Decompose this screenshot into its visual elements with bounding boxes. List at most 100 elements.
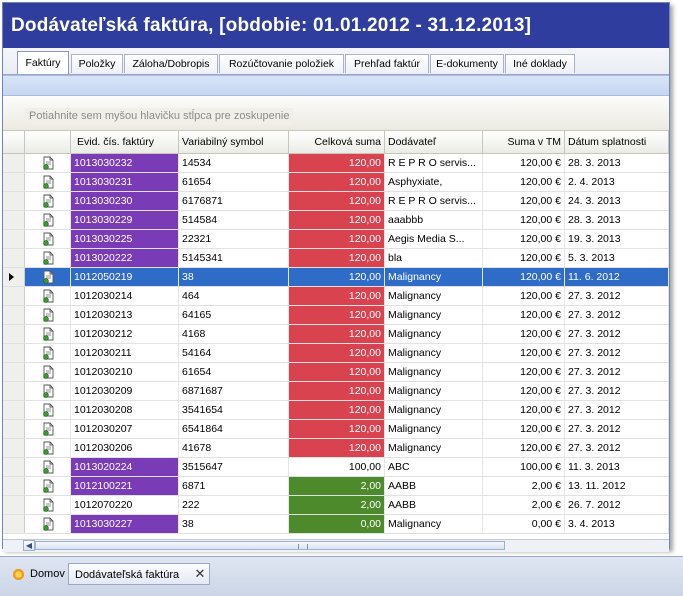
tab-rozuctovanie-poloziek[interactable]: Rozúčtovanie položiek (219, 54, 344, 73)
total-amount: 2,00 (289, 496, 385, 514)
invoice-doc-icon (43, 479, 54, 493)
table-row[interactable]: 1012070220 222 2,00 AABB 2,00 €26. 7. 2012 (3, 496, 669, 515)
total-amount: 120,00 (289, 325, 385, 343)
variable-symbol: 61654 (179, 173, 289, 191)
due-date: 28. 3. 2013 (565, 154, 669, 172)
scroll-thumb[interactable] (35, 541, 505, 550)
variable-symbol: 464 (179, 287, 289, 305)
header-dodavatel[interactable]: Dodávateľ (385, 131, 483, 153)
invoice-doc-icon (43, 403, 54, 417)
tab-faktury[interactable]: Faktúry (17, 51, 69, 74)
row-icon-cell (25, 325, 71, 343)
row-icon-cell (25, 249, 71, 267)
total-amount: 120,00 (289, 363, 385, 381)
amount-in-tm: 120,00 € (483, 211, 565, 229)
due-date: 27. 3. 2012 (565, 439, 669, 457)
table-row[interactable]: 1012030207 6541864 120,00 Malignancy 120,00 … (3, 420, 669, 439)
tab-ine-doklady[interactable]: Iné doklady (505, 54, 575, 73)
row-indicator (3, 344, 25, 362)
table-row[interactable]: 1012030212 4168 120,00 Malignancy 120,00 €27… (3, 325, 669, 344)
window-title: Dodávateľská faktúra, [obdobie: 01.01.20… (3, 3, 669, 48)
horizontal-scrollbar[interactable]: ◀ (3, 539, 669, 552)
amount-in-tm: 120,00 € (483, 287, 565, 305)
supplier: R E P R O servis... (385, 192, 483, 210)
total-amount: 120,00 (289, 382, 385, 400)
table-row[interactable]: 1012030213 64165 120,00 Malignancy 120,00 €2… (3, 306, 669, 325)
table-row[interactable]: 1013030232 14534 120,00 R E P R O servis...… (3, 154, 669, 173)
table-row[interactable]: 1013020224 3515647 100,00 ABC 100,00 €11. 3.… (3, 458, 669, 477)
invoice-doc-icon (43, 365, 54, 379)
tab-zaloha-dobropis[interactable]: Záloha/Dobropis (124, 54, 218, 73)
invoice-number: 1012030214 (71, 287, 179, 305)
row-icon-cell (25, 477, 71, 495)
total-amount: 120,00 (289, 439, 385, 457)
row-icon-cell (25, 268, 71, 286)
variable-symbol: 41678 (179, 439, 289, 457)
total-amount: 120,00 (289, 268, 385, 286)
header-evid-cislo[interactable]: Evid. čís. faktúry (71, 131, 179, 153)
table-row[interactable]: 1012050219 38 120,00 Malignancy 120,00 €11. … (3, 268, 669, 287)
variable-symbol: 514584 (179, 211, 289, 229)
table-row[interactable]: 1012030214 464 120,00 Malignancy 120,00 €27.… (3, 287, 669, 306)
table-row[interactable]: 1012030210 61654 120,00 Malignancy 120,00 €2… (3, 363, 669, 382)
invoice-number: 1012030211 (71, 344, 179, 362)
invoice-doc-icon (43, 194, 54, 208)
table-row[interactable]: 1012030211 54164 120,00 Malignancy 120,00 €2… (3, 344, 669, 363)
amount-in-tm: 120,00 € (483, 439, 565, 457)
invoice-number: 1012030209 (71, 382, 179, 400)
row-indicator (3, 401, 25, 419)
tab-prehlad-faktur[interactable]: Prehľad faktúr (345, 54, 429, 73)
supplier: Malignancy (385, 439, 483, 457)
home-tab[interactable]: Domov (10, 563, 71, 585)
invoice-doc-icon (43, 517, 54, 531)
invoice-number: 1013020222 (71, 249, 179, 267)
row-indicator (3, 230, 25, 248)
header-variabilny-symbol[interactable]: Variabilný symbol (179, 131, 289, 153)
group-by-panel[interactable]: Potiahnite sem myšou hlavičku stĺpca pre… (3, 97, 669, 131)
variable-symbol: 6176871 (179, 192, 289, 210)
supplier: Malignancy (385, 344, 483, 362)
amount-in-tm: 0,00 € (483, 515, 565, 533)
total-amount: 120,00 (289, 306, 385, 324)
supplier: Asphyxiate, (385, 173, 483, 191)
due-date: 27. 3. 2012 (565, 306, 669, 324)
table-row[interactable]: 1012100221 6871 2,00 AABB 2,00 €13. 11. 2012 (3, 477, 669, 496)
table-row[interactable]: 1012030208 3541654 120,00 Malignancy 120,00 … (3, 401, 669, 420)
row-indicator (3, 477, 25, 495)
table-row[interactable]: 1012030206 41678 120,00 Malignancy 120,00 €2… (3, 439, 669, 458)
table-row[interactable]: 1013030227 38 0,00 Malignancy 0,00 €3. 4. 20… (3, 515, 669, 534)
amount-in-tm: 120,00 € (483, 173, 565, 191)
table-row[interactable]: 1013030230 6176871 120,00 R E P R O servis.… (3, 192, 669, 211)
document-tab[interactable]: Dodávateľská faktúra ✕ (68, 563, 210, 585)
row-icon-cell (25, 496, 71, 514)
row-indicator (3, 458, 25, 476)
close-icon[interactable]: ✕ (193, 564, 207, 584)
table-row[interactable]: 1013030231 61654 120,00 Asphyxiate, 120,00 €… (3, 173, 669, 192)
table-row[interactable]: 1013030229 514584 120,00 aaabbb 120,00 €28. … (3, 211, 669, 230)
amount-in-tm: 120,00 € (483, 344, 565, 362)
supplier: Malignancy (385, 287, 483, 305)
invoice-grid: Evid. čís. faktúry Variabilný symbol Cel… (3, 131, 669, 539)
total-amount: 120,00 (289, 287, 385, 305)
due-date: 3. 4. 2013 (565, 515, 669, 533)
header-celkova-suma[interactable]: Celková suma (289, 131, 385, 153)
amount-in-tm: 120,00 € (483, 420, 565, 438)
table-row[interactable]: 1013020222 5145341 120,00 bla 120,00 €5. 3. … (3, 249, 669, 268)
due-date: 2. 4. 2013 (565, 173, 669, 191)
invoice-doc-icon (43, 213, 54, 227)
total-amount: 120,00 (289, 211, 385, 229)
row-icon-cell (25, 154, 71, 172)
total-amount: 120,00 (289, 344, 385, 362)
header-suma-v-tm[interactable]: Suma v TM (483, 131, 565, 153)
tab-e-dokumenty[interactable]: E-dokumenty (430, 54, 504, 73)
invoice-number: 1013030230 (71, 192, 179, 210)
row-icon-cell (25, 344, 71, 362)
due-date: 27. 3. 2012 (565, 325, 669, 343)
table-row[interactable]: 1013030225 22321 120,00 Aegis Media S... 120… (3, 230, 669, 249)
header-datum-splatnosti[interactable]: Dátum splatnosti (565, 131, 669, 153)
tab-polozky[interactable]: Položky (71, 54, 123, 73)
table-row[interactable]: 1012030209 6871687 120,00 Malignancy 120,00 … (3, 382, 669, 401)
scroll-left-button[interactable]: ◀ (23, 540, 35, 551)
invoice-doc-icon (43, 251, 54, 265)
row-indicator (3, 363, 25, 381)
